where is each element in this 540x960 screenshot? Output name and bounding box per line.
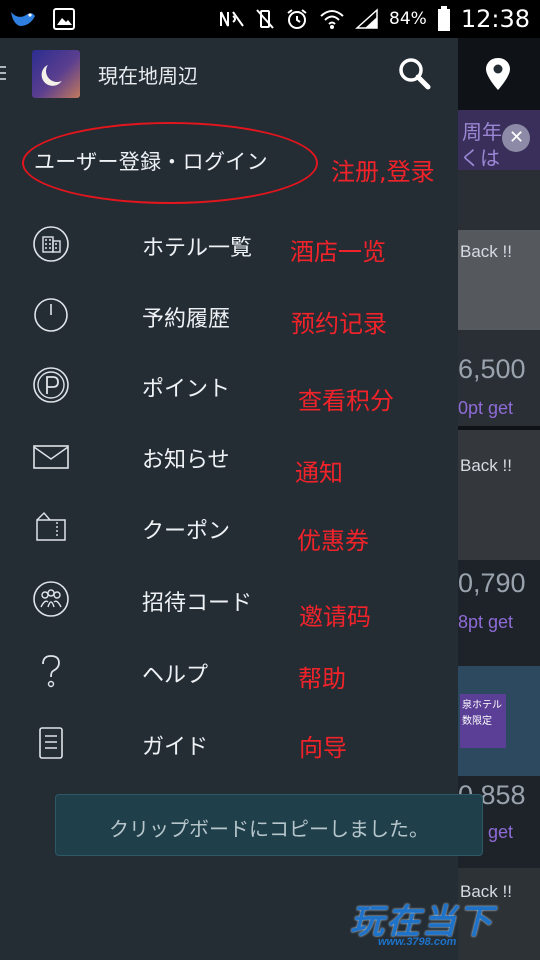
annotation-help: 帮助 — [298, 665, 346, 693]
clock-icon — [34, 298, 68, 332]
hotel-card-1-price: 6,500 — [458, 354, 526, 384]
promo-banner-line2: くは — [460, 148, 500, 170]
menu-item-coupons[interactable]: クーポン — [0, 496, 458, 562]
hotel-card-2[interactable]: Back !! 0,790 8pt get — [458, 430, 540, 666]
building-icon — [33, 226, 69, 262]
battery-icon — [437, 6, 450, 31]
location-title[interactable]: 現在地周辺 — [98, 60, 198, 89]
menu-label-invite-code: 招待コード — [142, 591, 253, 616]
hotel-card-1-points: 0pt get — [458, 398, 514, 418]
annotation-coupons: 优惠券 — [297, 527, 369, 555]
vibrate-mute-icon — [256, 9, 274, 29]
menu-item-notices[interactable]: お知らせ — [0, 425, 458, 491]
invite-icon — [33, 581, 69, 617]
menu-label-points: ポイント — [142, 377, 231, 402]
menu-label-coupons: クーポン — [142, 519, 231, 544]
menu-label-notices: お知らせ — [142, 448, 230, 473]
nfc-icon — [220, 11, 244, 27]
hotel-card-2-cashback: Back !! — [460, 456, 512, 475]
promo-banner[interactable]: 周年 くは ✕ — [458, 110, 540, 170]
hotel-card-3-badge-line1: 泉ホテル — [462, 700, 502, 711]
image-notification-icon — [53, 8, 75, 30]
drawer-header: 現在地周辺 — [0, 38, 510, 110]
menu-item-booking-history[interactable]: 予約履歴 — [0, 284, 458, 350]
location-pin-icon[interactable] — [480, 56, 516, 92]
hotel-card-2-price: 0,790 — [458, 568, 526, 598]
hamburger-menu-icon[interactable] — [0, 66, 6, 80]
menu-label-guide: ガイド — [142, 735, 209, 760]
menu-label-booking-history: 予約履歴 — [142, 307, 231, 332]
guide-icon — [39, 727, 63, 759]
hotel-card-3[interactable]: 泉ホテル 数限定 0,858 0pt get — [458, 666, 540, 896]
annotation-ellipse — [22, 122, 318, 204]
close-icon: ✕ — [509, 127, 525, 148]
hotel-card-1[interactable]: Back !! 6,500 0pt get — [458, 170, 540, 426]
hotel-card-2-image — [458, 430, 540, 560]
moon-icon — [44, 58, 69, 83]
annotation-notices: 通知 — [295, 459, 343, 487]
points-icon — [33, 367, 69, 403]
menu-item-guide[interactable]: ガイド — [0, 712, 458, 778]
watermark-url: www.3798.com — [378, 936, 457, 948]
toast-text: クリップボードにコピーしました。 — [109, 817, 429, 841]
alarm-icon — [287, 9, 307, 29]
annotation-login: 注册,登录 — [331, 158, 435, 186]
status-bar-left — [8, 6, 76, 32]
promo-banner-line1: 周年 — [462, 122, 502, 144]
battery-percent: 84% — [389, 9, 427, 29]
status-bar: 84% 12:38 — [0, 0, 540, 38]
hotel-card-3-badge-line2: 数限定 — [462, 716, 492, 727]
annotation-invite-code: 邀请码 — [299, 603, 371, 631]
annotation-hotel-list: 酒店一览 — [290, 238, 386, 266]
promo-close-button[interactable]: ✕ — [502, 124, 530, 152]
bird-notification-icon — [11, 12, 35, 26]
envelope-icon — [33, 445, 69, 469]
toast-message: クリップボードにコピーしました。 — [55, 794, 483, 856]
status-bar-right: 84% 12:38 — [219, 0, 530, 38]
signal-icon — [355, 8, 378, 29]
menu-item-help[interactable]: ヘルプ — [0, 640, 458, 706]
search-icon[interactable] — [396, 56, 432, 92]
avatar[interactable] — [32, 50, 80, 98]
annotation-booking-history: 预约记录 — [291, 310, 387, 338]
coupon-icon — [36, 511, 66, 541]
wifi-icon — [320, 10, 344, 29]
hotel-card-1-cashback: Back !! — [460, 242, 512, 261]
hotel-card-2-points: 8pt get — [458, 612, 514, 632]
watermark: 玩在当下 www.3798.com — [342, 892, 538, 958]
annotation-guide: 向导 — [299, 734, 347, 762]
menu-item-invite-code[interactable]: 招待コード — [0, 568, 458, 634]
help-icon — [42, 655, 60, 688]
menu-label-help: ヘルプ — [142, 663, 209, 688]
annotation-points: 查看积分 — [298, 387, 394, 415]
menu-item-hotel-list[interactable]: ホテル一覧 — [0, 213, 458, 279]
hotel-card-3-badge: 泉ホテル 数限定 — [460, 694, 506, 748]
clock-time: 12:38 — [460, 5, 530, 33]
menu-label-hotel-list: ホテル一覧 — [142, 236, 253, 261]
